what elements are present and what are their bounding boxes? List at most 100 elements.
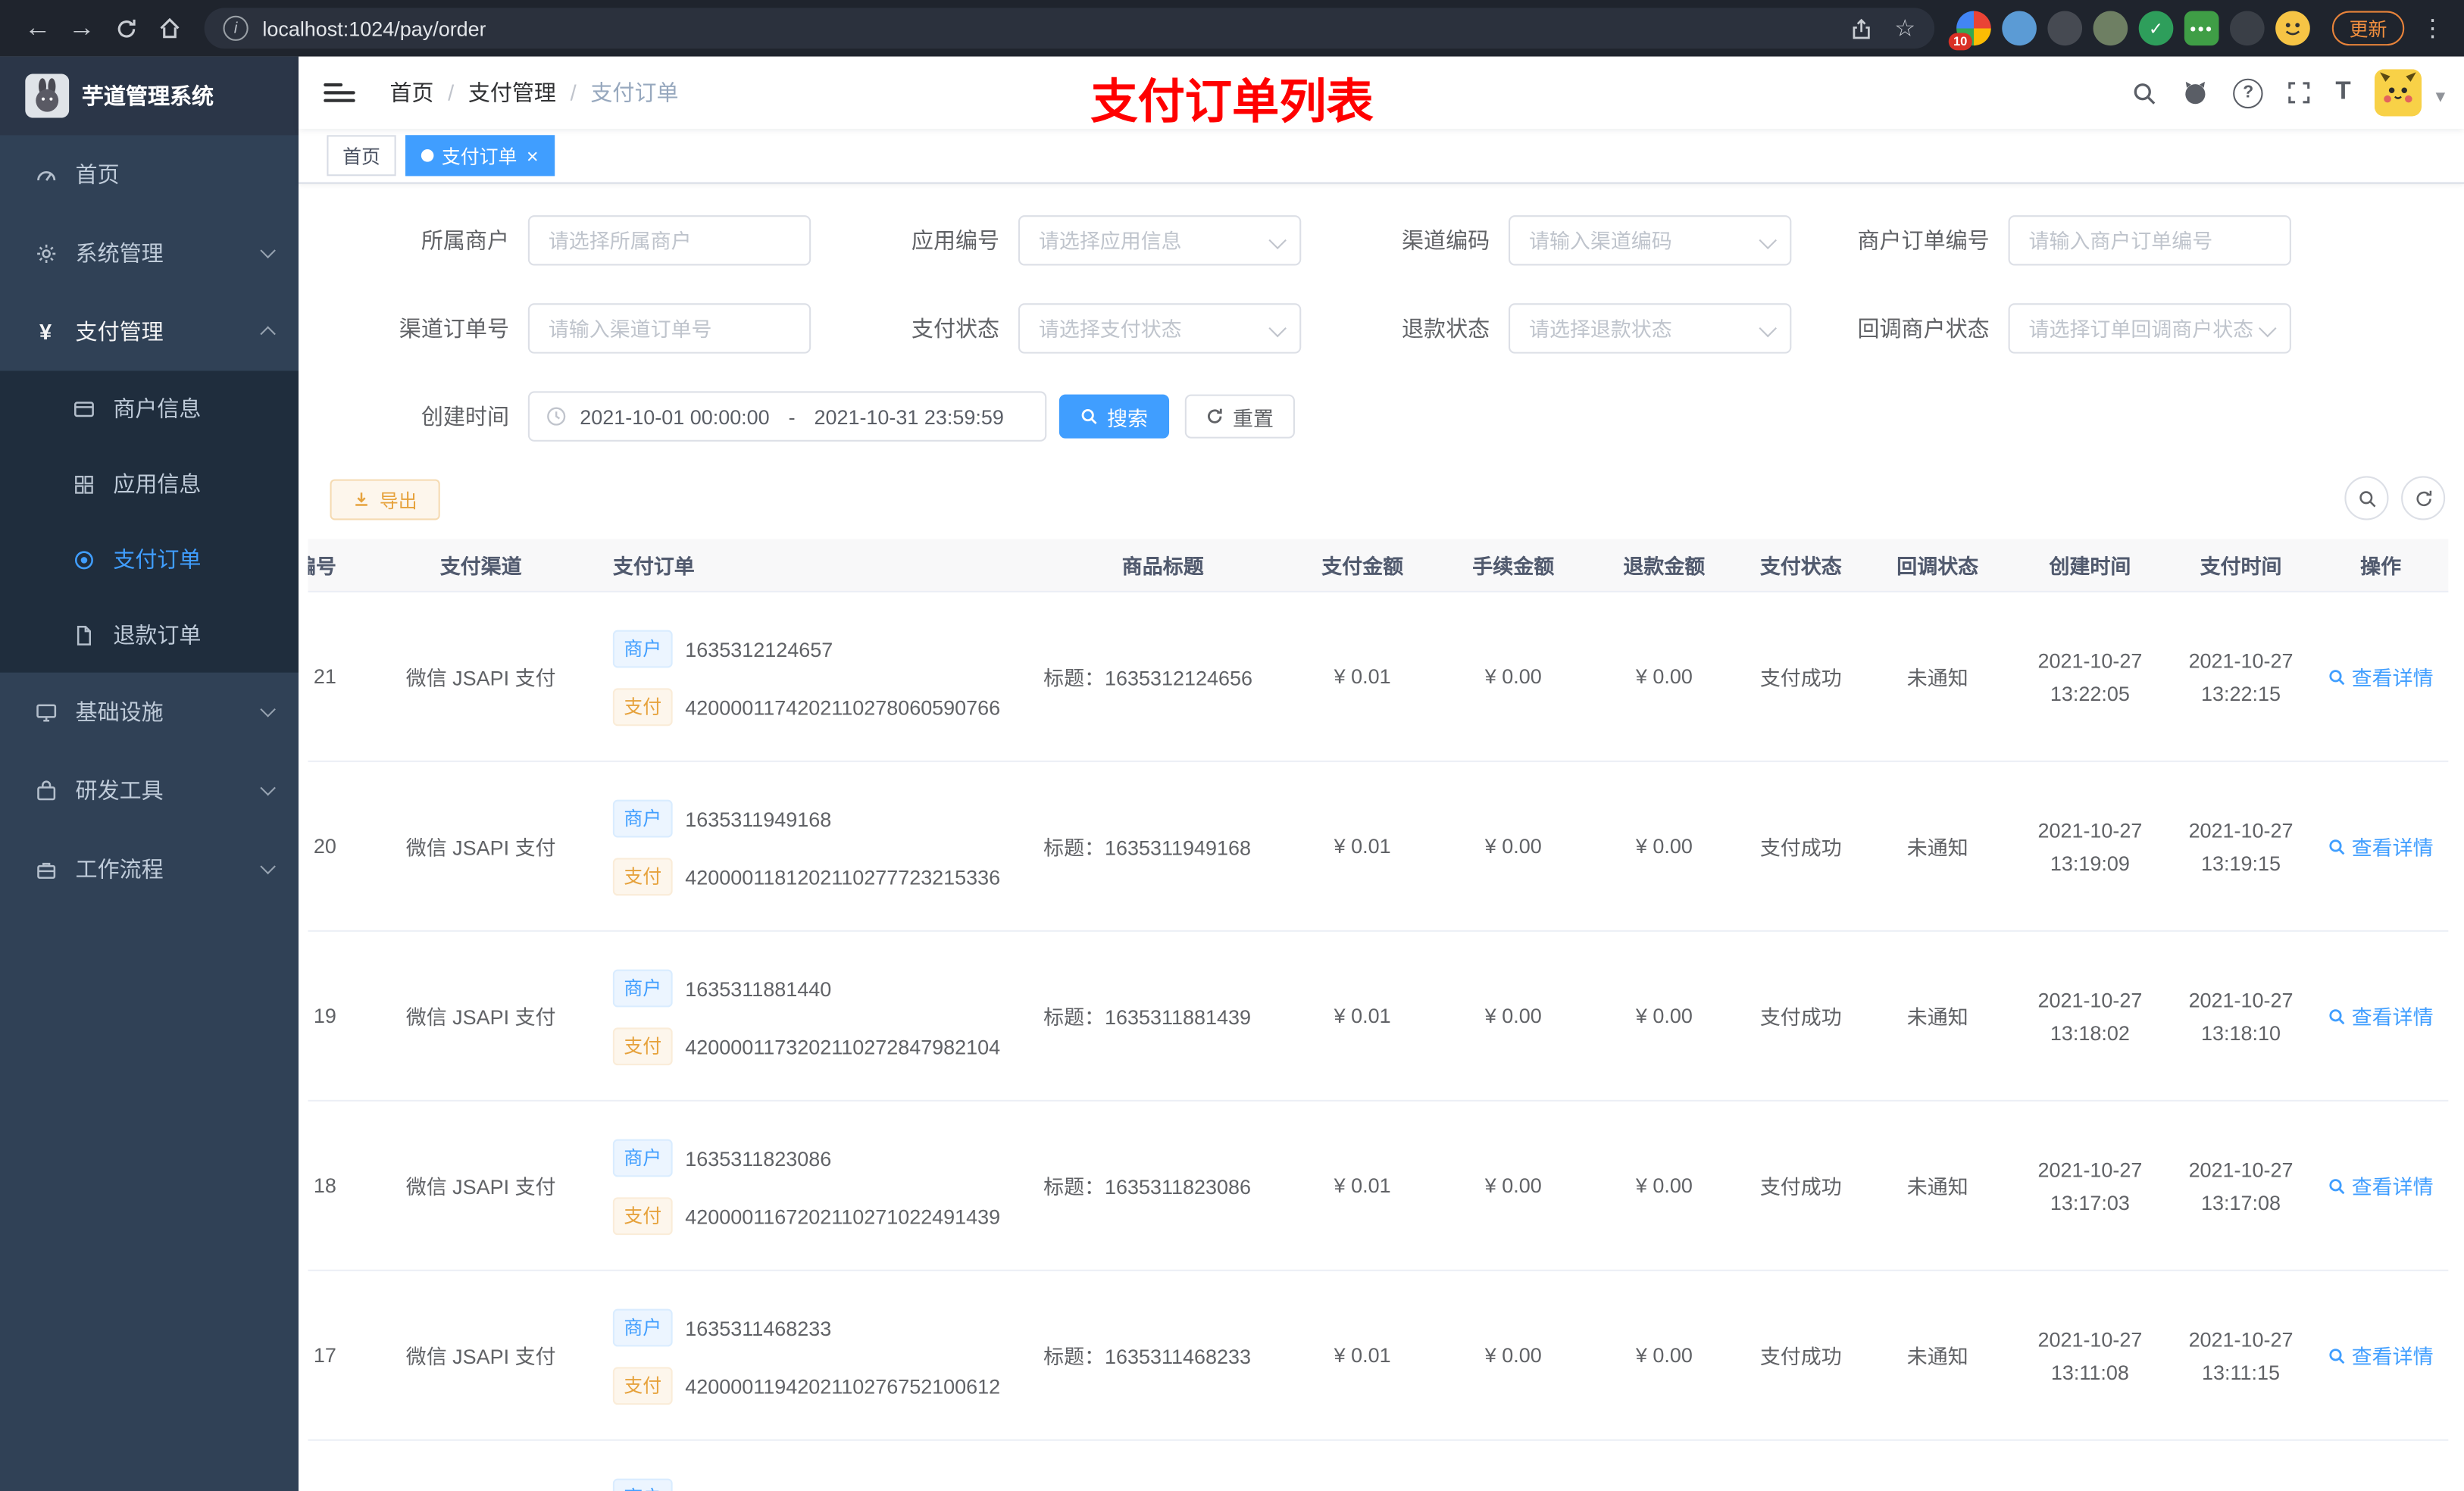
filter-label: 应用编号	[911, 227, 1000, 253]
extension-icon-7[interactable]	[2229, 11, 2265, 46]
date-range-input[interactable]: 2021-10-01 00:00:00 - 2021-10-31 23:59:5…	[527, 391, 1047, 442]
tab-home[interactable]: 首页	[327, 135, 396, 177]
help-icon[interactable]: ?	[2233, 77, 2263, 108]
cell-id: 19	[313, 1004, 336, 1028]
font-size-icon[interactable]: T	[2335, 79, 2350, 107]
pay-tag: 支付	[612, 1197, 673, 1236]
extension-icon-2[interactable]	[2002, 11, 2037, 46]
cell-amount: ¥ 0.01	[1334, 664, 1391, 689]
merchant-order-no-input[interactable]	[2008, 215, 2291, 266]
reset-button[interactable]: 重置	[1184, 394, 1295, 439]
sidebar-item-home[interactable]: 首页	[0, 135, 299, 214]
browser-forward-button[interactable]: →	[60, 6, 104, 50]
filter-merchant-order-no: 商户订单编号	[1810, 215, 2291, 266]
url-bar[interactable]: i localhost:1024/pay/order ☆	[204, 8, 1935, 49]
chevron-down-icon	[260, 242, 276, 259]
close-tab-icon[interactable]: ×	[527, 145, 539, 166]
notify-status-select[interactable]	[2008, 303, 2291, 354]
extension-icon-4[interactable]	[2093, 11, 2128, 46]
cell-notify: 未通知	[1906, 666, 1968, 690]
search-icon[interactable]	[2131, 80, 2158, 106]
refund-status-select[interactable]	[1509, 303, 1792, 354]
app-logo[interactable]: 芋道管理系统	[0, 56, 299, 136]
merchant-order-no: 1635311468233	[685, 1315, 832, 1340]
cell-refund: ¥ 0.00	[1635, 834, 1693, 858]
sidebar-item-app-info[interactable]: 应用信息	[0, 446, 299, 522]
pay-order-no: 4200001167202110271022491439	[685, 1204, 1001, 1228]
sidebar-item-refund-order[interactable]: 退款订单	[0, 597, 299, 673]
cell-actions: 查看详情	[2313, 1102, 2448, 1270]
col-notify: 回调状态	[1896, 555, 1979, 579]
sidebar-item-system[interactable]: 系统管理	[0, 214, 299, 292]
cell-channel	[364, 1441, 597, 1491]
sidebar-toggle-icon[interactable]	[324, 77, 355, 108]
view-detail-link[interactable]: 查看详情	[2328, 831, 2434, 861]
cell-id: 20	[313, 834, 336, 858]
cell-amount: ¥ 0.01	[1334, 1004, 1391, 1028]
extension-icon-8[interactable]	[2275, 11, 2310, 46]
briefcase-icon	[31, 857, 59, 880]
browser-back-button[interactable]: ←	[16, 6, 60, 50]
channel-code-select[interactable]	[1509, 215, 1792, 266]
view-detail-link[interactable]: 查看详情	[2328, 1340, 2434, 1370]
cell-refund: ¥ 0.00	[1635, 1343, 1693, 1368]
search-icon	[2359, 490, 2375, 507]
refresh-table-button[interactable]	[2401, 476, 2446, 520]
tab-pay-order[interactable]: 支付订单 ×	[405, 135, 555, 177]
orders-table[interactable]: 编号 支付渠道 支付订单 商品标题 支付金额 手续金额 退款金额 支付状态 回调…	[308, 539, 2464, 1491]
merchant-input[interactable]	[527, 215, 811, 266]
toolbox-icon	[31, 779, 59, 802]
sidebar-item-payment[interactable]: ¥ 支付管理	[0, 292, 299, 371]
extension-icon-3[interactable]	[2047, 11, 2083, 46]
app-id-select[interactable]	[1018, 215, 1302, 266]
breadcrumb-home[interactable]: 首页	[389, 77, 433, 108]
browser-reload-button[interactable]	[104, 6, 148, 50]
browser-update-button[interactable]: 更新	[2331, 11, 2405, 46]
breadcrumb-payment[interactable]: 支付管理	[433, 77, 556, 108]
sidebar-item-devtools[interactable]: 研发工具	[0, 751, 299, 830]
filter-label: 渠道订单号	[399, 315, 509, 342]
col-create-time: 创建时间	[2049, 555, 2131, 579]
gear-icon	[31, 241, 59, 264]
sidebar-item-pay-order[interactable]: 支付订单	[0, 522, 299, 598]
view-detail-link[interactable]: 查看详情	[2328, 1171, 2434, 1200]
view-detail-link[interactable]: 查看详情	[2328, 661, 2434, 691]
cell-status: 支付成功	[1759, 1175, 1842, 1199]
pay-tag: 支付	[612, 1367, 673, 1405]
breadcrumb-current: 支付订单	[556, 77, 678, 108]
search-icon	[2330, 1008, 2346, 1024]
check-icon: ✓	[2148, 19, 2164, 39]
navbar-actions: ? T ▾	[2131, 69, 2464, 117]
fullscreen-icon[interactable]	[2287, 80, 2312, 105]
cell-fee: ¥ 0.00	[1484, 664, 1542, 689]
view-detail-link[interactable]: 查看详情	[2328, 1001, 2434, 1030]
export-button[interactable]: 导出	[330, 479, 440, 520]
table-row: 20 微信 JSAPI 支付 商户 1635311949168 支付 42000…	[308, 761, 2449, 932]
toggle-search-button[interactable]	[2344, 476, 2389, 520]
extension-icon-5[interactable]: ✓	[2138, 11, 2174, 46]
sidebar-item-merchant-info[interactable]: 商户信息	[0, 370, 299, 446]
cell-fee: ¥ 0.00	[1484, 1004, 1542, 1028]
filter-label: 创建时间	[421, 404, 509, 430]
browser-menu-icon[interactable]: ⋮	[2417, 14, 2448, 42]
sidebar-item-workflow[interactable]: 工作流程	[0, 830, 299, 908]
extension-icon-6[interactable]	[2184, 11, 2219, 46]
document-icon	[69, 623, 97, 646]
channel-order-no-input[interactable]	[527, 303, 811, 354]
cell-pay-time: 2021-10-27 13:17:08	[2188, 1157, 2294, 1214]
user-avatar[interactable]	[2374, 69, 2422, 117]
extension-icon-1[interactable]: 10	[1948, 11, 1991, 51]
caret-down-icon[interactable]: ▾	[2436, 85, 2446, 116]
github-icon[interactable]	[2181, 79, 2209, 107]
filter-merchant: 所属商户	[330, 215, 811, 266]
sidebar-item-infra[interactable]: 基础设施	[0, 673, 299, 752]
home-icon	[160, 17, 180, 39]
search-button[interactable]: 搜索	[1058, 394, 1170, 439]
pay-status-select[interactable]	[1018, 303, 1302, 354]
share-icon[interactable]	[1849, 17, 1872, 40]
browser-home-button[interactable]	[148, 6, 192, 50]
cell-channel: 微信 JSAPI 支付	[405, 1005, 556, 1030]
site-info-icon[interactable]: i	[223, 15, 249, 41]
bookmark-star-icon[interactable]: ☆	[1894, 17, 1915, 40]
clock-icon	[547, 407, 566, 426]
